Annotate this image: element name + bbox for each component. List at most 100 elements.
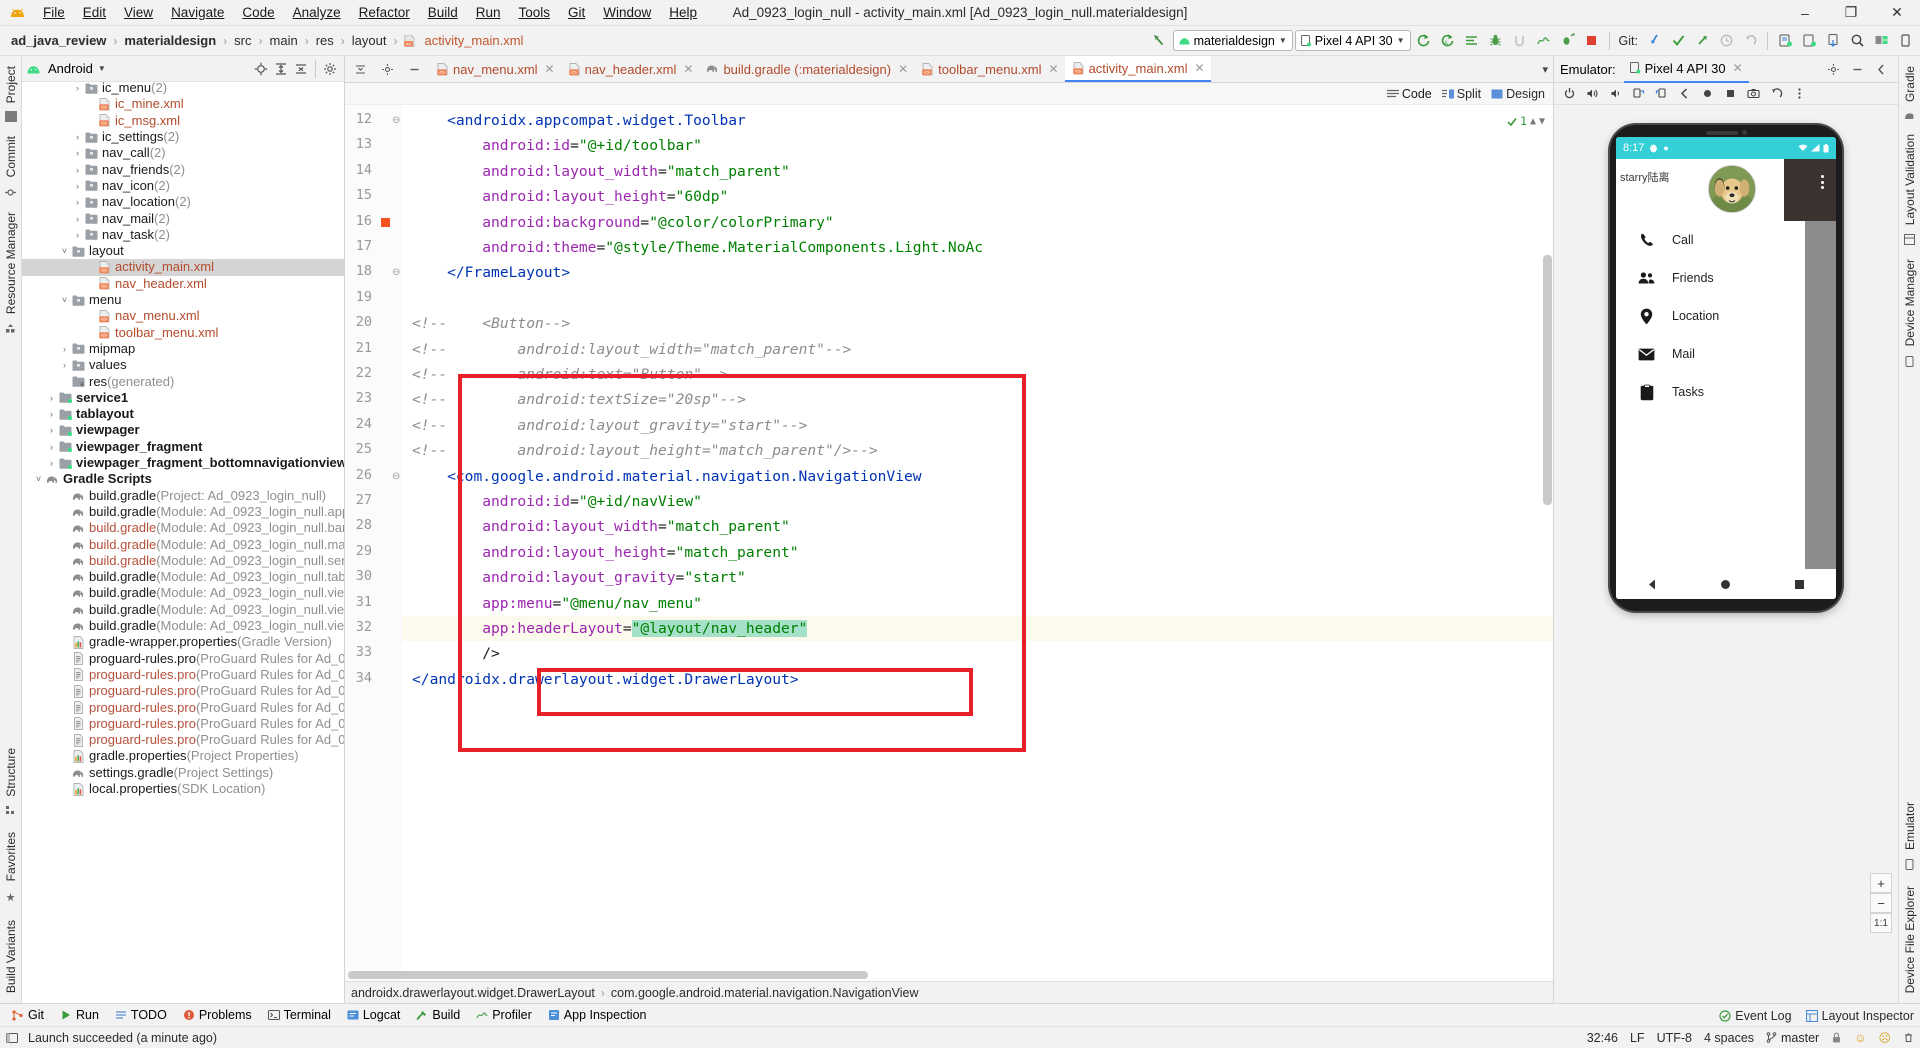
code-text-area[interactable]: 1 ▲ ▼ <androidx.appcompat.widget.Toolbar… bbox=[402, 105, 1553, 981]
tool-tab-favorites[interactable]: Favorites bbox=[2, 826, 20, 887]
menu-navigate[interactable]: Navigate bbox=[162, 2, 233, 23]
overview-nav-icon[interactable] bbox=[1719, 83, 1741, 105]
tool-tab-device-file-explorer[interactable]: Device File Explorer bbox=[1901, 880, 1919, 999]
tree-item[interactable]: proguard-rules.pro (ProGuard Rules for A… bbox=[22, 683, 344, 699]
bottom-tab-build[interactable]: Build bbox=[409, 1006, 467, 1024]
chevron-down-icon[interactable]: ▼ bbox=[98, 64, 106, 73]
editor-tab-toolbar-menu-xml[interactable]: <> toolbar_menu.xml ✕ bbox=[914, 56, 1064, 82]
sdk-manager-icon[interactable] bbox=[1798, 30, 1820, 52]
avd-manager-icon[interactable] bbox=[1774, 30, 1796, 52]
zoom-actual-size-button[interactable]: 1:1 bbox=[1870, 913, 1892, 933]
emulator-settings-gear-icon[interactable] bbox=[1822, 58, 1844, 80]
tree-item[interactable]: ˅ menu bbox=[22, 292, 344, 308]
tree-item[interactable]: proguard-rules.pro (ProGuard Rules for A… bbox=[22, 667, 344, 683]
menu-view[interactable]: View bbox=[115, 2, 162, 23]
tool-tab-project[interactable]: Project bbox=[2, 60, 20, 109]
breadcrumb-drawerlayout[interactable]: androidx.drawerlayout.widget.DrawerLayou… bbox=[351, 986, 595, 1000]
tree-item[interactable]: › ic_menu (2) bbox=[22, 82, 344, 96]
git-update-icon[interactable] bbox=[1643, 30, 1665, 52]
power-icon[interactable] bbox=[1558, 83, 1580, 105]
tool-tab-layout-validation[interactable]: Layout Validation bbox=[1901, 128, 1919, 231]
view-mode-split[interactable]: Split bbox=[1441, 87, 1481, 101]
chevron-right-icon[interactable]: › bbox=[45, 390, 58, 406]
zoom-in-button[interactable]: + bbox=[1870, 873, 1892, 893]
editor-bottom-breadcrumb[interactable]: androidx.drawerlayout.widget.DrawerLayou… bbox=[345, 981, 1553, 1003]
editor-tab-activity-main-xml[interactable]: <> activity_main.xml ✕ bbox=[1064, 56, 1211, 82]
close-tab-icon[interactable]: ✕ bbox=[1049, 62, 1059, 76]
volume-down-icon[interactable] bbox=[1604, 83, 1626, 105]
tree-item[interactable]: build.gradle (Module: Ad_0923_login_null… bbox=[22, 520, 344, 536]
emulator-display-area[interactable]: 8:17 ● starry陆离 Call Friends Location Ma… bbox=[1554, 105, 1898, 1003]
git-branch[interactable]: master bbox=[1766, 1031, 1819, 1045]
settings-gear-icon[interactable] bbox=[1894, 30, 1916, 52]
navigation-drawer[interactable]: starry陆离 Call Friends Location Mail Task… bbox=[1616, 159, 1806, 599]
chevron-right-icon[interactable]: › bbox=[71, 211, 84, 227]
debug-icon[interactable] bbox=[1485, 30, 1507, 52]
rotate-left-icon[interactable] bbox=[1627, 83, 1649, 105]
code-fold-icon[interactable]: ⊖ bbox=[392, 115, 400, 126]
chevron-right-icon[interactable]: › bbox=[58, 357, 71, 373]
device-file-explorer-icon[interactable] bbox=[1822, 30, 1844, 52]
chevron-right-icon[interactable]: › bbox=[71, 194, 84, 210]
tree-item[interactable]: gradle.properties (Project Properties) bbox=[22, 748, 344, 764]
tree-item[interactable]: build.gradle (Module: Ad_0923_login_null… bbox=[22, 553, 344, 569]
tool-tab-commit[interactable]: Commit bbox=[2, 130, 20, 183]
tool-tab-resource-manager[interactable]: Resource Manager bbox=[2, 206, 20, 320]
run-button-icon[interactable] bbox=[1413, 30, 1435, 52]
chevron-right-icon[interactable]: › bbox=[45, 406, 58, 422]
bottom-tab-terminal[interactable]: Terminal bbox=[261, 1006, 338, 1024]
zoom-out-button[interactable]: − bbox=[1870, 893, 1892, 913]
screenshot-icon[interactable] bbox=[1742, 83, 1764, 105]
minimize-button[interactable]: – bbox=[1782, 0, 1828, 26]
tool-tab-build-variants[interactable]: Build Variants bbox=[2, 914, 20, 999]
line-separator[interactable]: LF bbox=[1630, 1031, 1645, 1045]
tree-item[interactable]: › nav_call (2) bbox=[22, 145, 344, 161]
close-button[interactable]: ✕ bbox=[1874, 0, 1920, 26]
chevron-right-icon[interactable]: › bbox=[45, 422, 58, 438]
rotate-right-icon[interactable] bbox=[1650, 83, 1672, 105]
chevron-right-icon[interactable]: › bbox=[71, 227, 84, 243]
editor-tab-strip[interactable]: <> nav_menu.xml ✕ <> nav_header.xml ✕ build.gr… bbox=[345, 56, 1553, 83]
chevron-down-icon[interactable]: ˅ bbox=[58, 243, 71, 259]
menu-tools[interactable]: Tools bbox=[510, 2, 560, 23]
tree-item[interactable]: › ic_settings (2) bbox=[22, 129, 344, 145]
breadcrumb-res[interactable]: res bbox=[313, 32, 337, 49]
breadcrumb-module[interactable]: materialdesign bbox=[121, 32, 219, 49]
tree-item[interactable]: local.properties (SDK Location) bbox=[22, 781, 344, 797]
git-push-icon[interactable] bbox=[1691, 30, 1713, 52]
chevron-right-icon[interactable]: › bbox=[71, 162, 84, 178]
view-mode-code[interactable]: Code bbox=[1386, 87, 1432, 101]
chevron-right-icon[interactable]: › bbox=[71, 145, 84, 161]
tree-item[interactable]: › nav_mail (2) bbox=[22, 210, 344, 226]
more-options-icon[interactable] bbox=[1788, 83, 1810, 105]
breadcrumb-file[interactable]: activity_main.xml bbox=[421, 32, 526, 49]
chevron-down-icon[interactable]: ˅ bbox=[58, 292, 71, 308]
tree-item[interactable]: › nav_friends (2) bbox=[22, 162, 344, 178]
tab-list-dropdown[interactable]: ▾ bbox=[1537, 56, 1553, 82]
emulator-minimize-icon[interactable] bbox=[1846, 58, 1868, 80]
emulator-hide-icon[interactable] bbox=[1870, 58, 1892, 80]
git-history-icon[interactable] bbox=[1715, 30, 1737, 52]
close-tab-icon[interactable]: ✕ bbox=[683, 62, 693, 76]
chevron-up-icon[interactable]: ▲ bbox=[1530, 109, 1536, 134]
tree-item[interactable]: build.gradle (Module: Ad_0923_login_null… bbox=[22, 618, 344, 634]
bottom-tab-app-inspection[interactable]: App Inspection bbox=[541, 1006, 654, 1024]
android-navigation-bar[interactable] bbox=[1616, 569, 1836, 599]
volume-up-icon[interactable] bbox=[1581, 83, 1603, 105]
tree-item[interactable]: build.gradle (Project: Ad_0923_login_nul… bbox=[22, 488, 344, 504]
tree-item[interactable]: <> nav_header.xml bbox=[22, 276, 344, 292]
tree-item[interactable]: build.gradle (Module: Ad_0923_login_null… bbox=[22, 504, 344, 520]
expand-all-icon[interactable] bbox=[271, 59, 291, 79]
breadcrumb-layout[interactable]: layout bbox=[349, 32, 390, 49]
locate-file-icon[interactable] bbox=[251, 59, 271, 79]
tree-item[interactable]: <> toolbar_menu.xml bbox=[22, 325, 344, 341]
close-tab-icon[interactable]: ✕ bbox=[898, 62, 908, 76]
tree-item[interactable]: › mipmap bbox=[22, 341, 344, 357]
snapshot-icon[interactable] bbox=[1765, 83, 1787, 105]
drawer-nav-items[interactable]: Call Friends Location Mail Tasks bbox=[1616, 221, 1805, 411]
trash-icon[interactable] bbox=[1903, 1032, 1914, 1043]
tree-item[interactable]: proguard-rules.pro (ProGuard Rules for A… bbox=[22, 699, 344, 715]
git-rollback-icon[interactable] bbox=[1739, 30, 1761, 52]
close-tab-icon[interactable]: ✕ bbox=[545, 62, 555, 76]
event-log-button[interactable]: Event Log bbox=[1719, 1009, 1792, 1023]
